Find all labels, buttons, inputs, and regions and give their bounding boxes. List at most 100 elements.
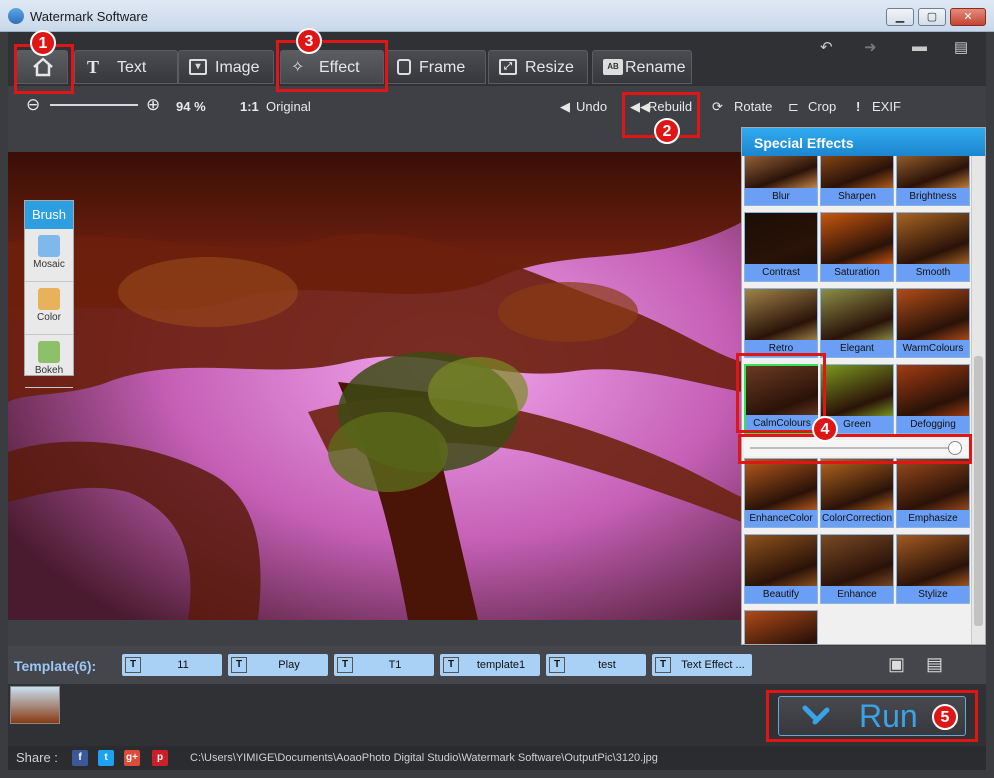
edited-photo[interactable] (8, 152, 742, 620)
callout-4: 4 (812, 416, 838, 442)
rename-icon: AB (603, 59, 623, 75)
tab-label: Rename (625, 59, 686, 76)
google-plus-icon[interactable]: g+ (124, 750, 140, 766)
effect-more[interactable] (744, 610, 818, 644)
zoom-value: 94 % (176, 99, 206, 114)
effect-label: Saturation (821, 264, 893, 281)
undo-button[interactable]: Undo (576, 99, 607, 114)
effect-thumbnail (821, 213, 893, 265)
crop-icon[interactable]: ⊏ (788, 99, 799, 115)
template-icon: T (231, 657, 247, 673)
template-icon: T (655, 657, 671, 673)
minimize-button[interactable]: ▁ (886, 8, 914, 26)
mosaic-icon (38, 235, 60, 257)
effect-warmcolours[interactable]: WarmColours (896, 288, 970, 358)
effect-emphasize[interactable]: Emphasize (896, 458, 970, 528)
original-size-icon[interactable]: 1:1 (240, 99, 259, 114)
effect-thumbnail (821, 535, 893, 587)
brush-tool-bokeh[interactable]: Bokeh (25, 341, 73, 388)
photo-thumbnail[interactable] (10, 686, 60, 724)
special-effects-title: Special Effects (742, 128, 985, 156)
effect-enhance[interactable]: Enhance (820, 534, 894, 604)
original-size-button[interactable]: Original (266, 99, 311, 114)
effect-retro[interactable]: Retro (744, 288, 818, 358)
template-item[interactable]: T T1 (334, 654, 434, 676)
scrollbar-thumb[interactable] (974, 356, 983, 626)
effect-thumbnail (821, 365, 893, 417)
tab-frame[interactable]: Frame (386, 50, 486, 84)
effect-label: Stylize (897, 586, 969, 603)
effect-blur[interactable]: Blur (744, 156, 818, 206)
effect-stylize[interactable]: Stylize (896, 534, 970, 604)
facebook-icon[interactable]: f (72, 750, 88, 766)
effects-scrollbar[interactable] (971, 156, 985, 644)
zoom-in-icon[interactable]: ⊕ (146, 95, 160, 115)
effect-label: Blur (745, 188, 817, 205)
settings-icon[interactable]: ▤ (954, 38, 968, 56)
output-path: C:\Users\YIMIGE\Documents\AoaoPhoto Digi… (190, 752, 658, 764)
effect-contrast[interactable]: Contrast (744, 212, 818, 282)
brush-tool-color[interactable]: Color (25, 288, 73, 335)
main-toolbar: T Text ▾ Image ✧ Effect Frame ⤢ Resize A… (8, 32, 986, 86)
effect-colorcorrection[interactable]: ColorCorrection (820, 458, 894, 528)
effect-smooth[interactable]: Smooth (896, 212, 970, 282)
template-item[interactable]: Ttemplate1 (440, 654, 540, 676)
rotate-button[interactable]: Rotate (734, 99, 772, 114)
maximize-button[interactable]: ▢ (918, 8, 946, 26)
paint-brush-icon (38, 288, 60, 310)
template-icon: T (443, 657, 459, 673)
effect-sharpen[interactable]: Sharpen (820, 156, 894, 206)
effect-brightness[interactable]: Brightness (896, 156, 970, 206)
tab-label: Image (215, 59, 260, 76)
effect-label: Defogging (897, 416, 969, 433)
tab-rename[interactable]: AB Rename (592, 50, 692, 84)
feedback-icon[interactable]: ▬ (912, 38, 927, 55)
callout-1: 1 (30, 30, 56, 56)
template-bar: Template(6): T 11 T Play T T1 Ttemplate1 Tt… (8, 646, 986, 684)
tab-text[interactable]: T Text (74, 50, 178, 84)
effect-thumbnail (897, 289, 969, 341)
pinterest-icon[interactable]: p (152, 750, 168, 766)
crop-button[interactable]: Crop (808, 99, 836, 114)
template-item[interactable]: T Text Effect ... (652, 654, 752, 676)
template-item[interactable]: T 11 (122, 654, 222, 676)
photo-image (8, 152, 742, 620)
zoom-slider[interactable] (50, 104, 138, 106)
effect-label: Sharpen (821, 188, 893, 205)
effect-label: Brightness (897, 188, 969, 205)
effect-thumbnail (897, 365, 969, 417)
tab-label: Text (117, 59, 147, 76)
effect-defogging[interactable]: Defogging (896, 364, 970, 434)
effect-thumbnail (821, 289, 893, 341)
effect-thumbnail (897, 459, 969, 511)
brush-tool-mosaic[interactable]: Mosaic (25, 235, 73, 282)
exif-button[interactable]: EXIF (872, 99, 901, 114)
undo-arrow-icon[interactable]: ◀ (560, 99, 570, 115)
template-name: template1 (476, 659, 526, 671)
manage-template-icon[interactable]: ▤ (926, 654, 943, 675)
twitter-icon[interactable]: t (98, 750, 114, 766)
effect-thumbnail (897, 156, 969, 189)
effect-saturation[interactable]: Saturation (820, 212, 894, 282)
redo-icon[interactable]: ➜ (864, 38, 877, 56)
effect-enhancecolor[interactable]: EnhanceColor (744, 458, 818, 528)
effect-label: Beautify (745, 586, 817, 603)
rotate-icon[interactable]: ⟳ (712, 99, 723, 115)
callout-2: 2 (654, 118, 680, 144)
effect-label: ColorCorrection (821, 510, 893, 527)
tab-image[interactable]: ▾ Image (178, 50, 274, 84)
exif-icon[interactable]: ! (856, 99, 860, 114)
window-title: Watermark Software (30, 9, 148, 24)
save-template-icon[interactable]: ▣ (888, 654, 905, 675)
template-item[interactable]: Ttest (546, 654, 646, 676)
effect-thumbnail (745, 611, 817, 644)
brush-tool-label: Color (37, 312, 61, 323)
close-button[interactable]: ✕ (950, 8, 986, 26)
effect-beautify[interactable]: Beautify (744, 534, 818, 604)
effect-elegant[interactable]: Elegant (820, 288, 894, 358)
template-icon: T (125, 657, 141, 673)
template-item[interactable]: T Play (228, 654, 328, 676)
undo-icon[interactable]: ↶ (820, 38, 833, 56)
zoom-out-icon[interactable]: ⊖ (26, 95, 40, 115)
tab-resize[interactable]: ⤢ Resize (488, 50, 588, 84)
